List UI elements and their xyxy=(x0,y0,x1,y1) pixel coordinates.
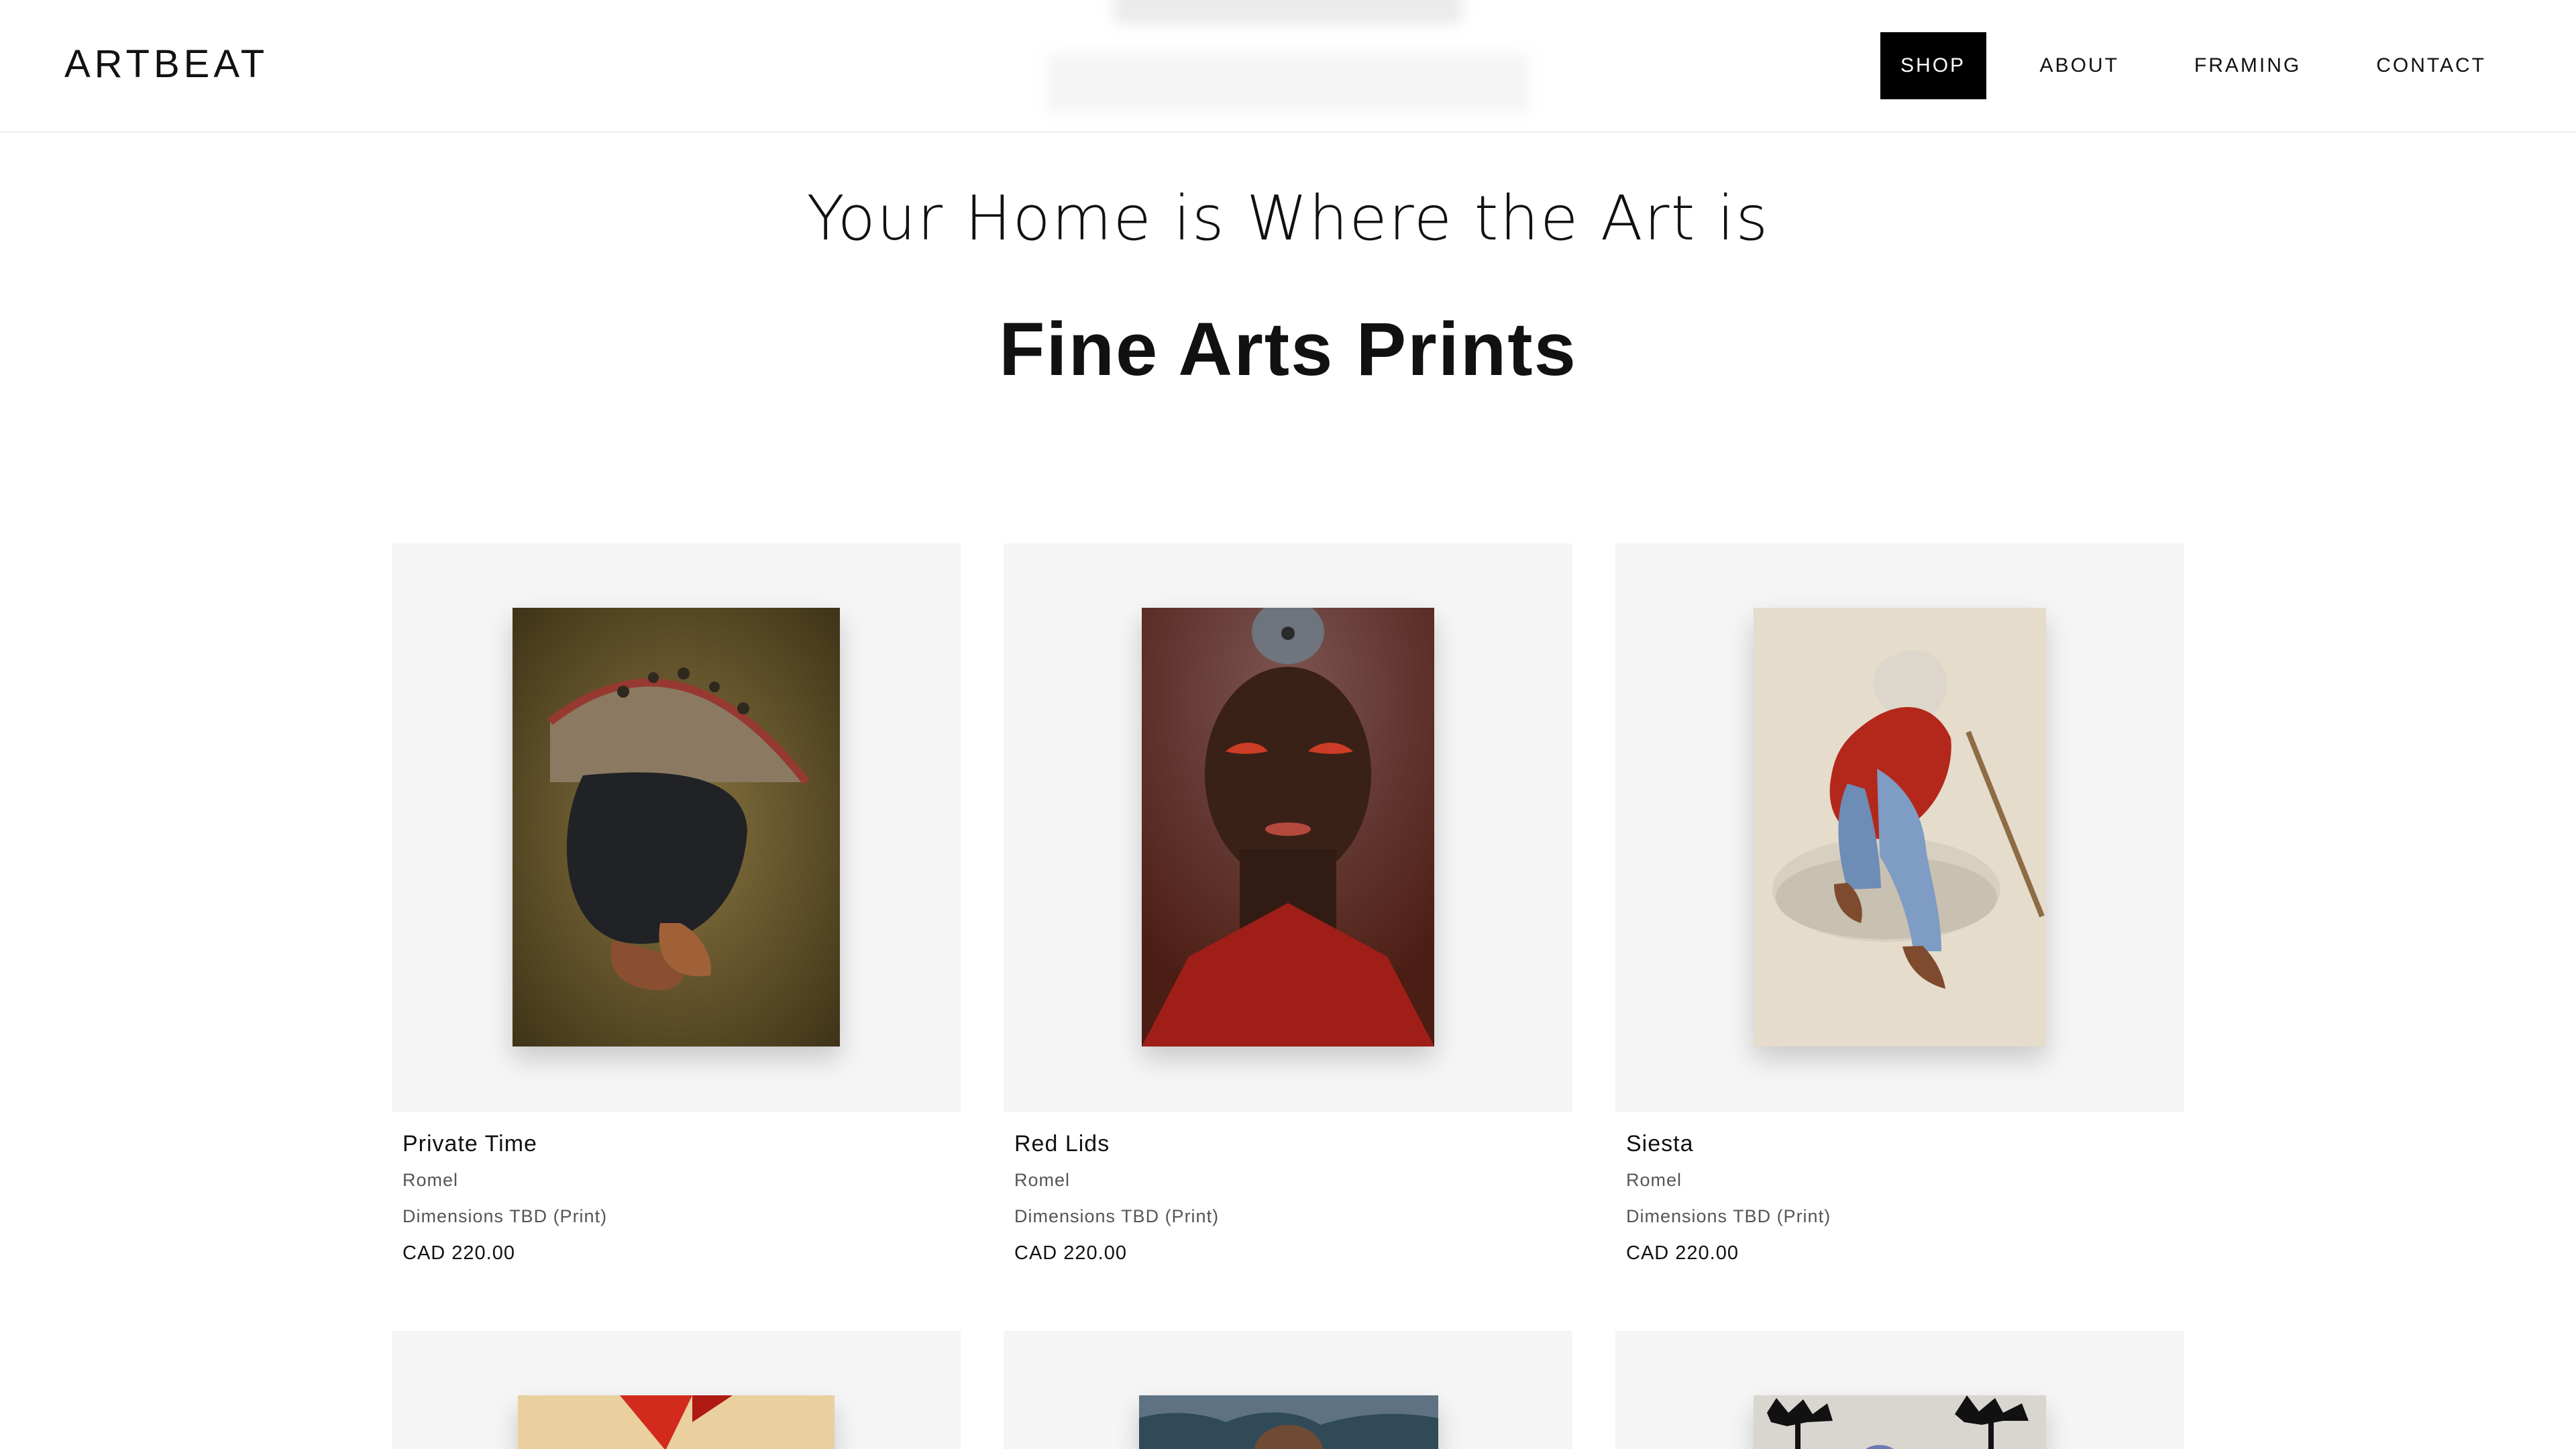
product-card[interactable]: Red Lids Romel Dimensions TBD (Print) CA… xyxy=(1004,543,1572,1264)
product-dimensions: Dimensions TBD (Print) xyxy=(402,1206,608,1226)
nav-about[interactable]: ABOUT xyxy=(2017,32,2142,99)
page-title: Fine Arts Prints xyxy=(999,307,1577,391)
product-dimensions: Dimensions TBD (Print) xyxy=(1626,1206,1831,1226)
artwork-blue-portrait-image xyxy=(1139,1395,1438,1449)
product-artist: Romel xyxy=(402,1170,459,1190)
artwork-umbrella-figure-image xyxy=(513,608,840,1046)
product-artist: Romel xyxy=(1014,1170,1071,1190)
product-name[interactable]: Red Lids xyxy=(1014,1131,1110,1157)
product-name[interactable]: Private Time xyxy=(402,1131,537,1157)
product-dimensions: Dimensions TBD (Print) xyxy=(1014,1206,1220,1226)
artwork-siesta-image xyxy=(1754,608,2046,1046)
product-price: CAD 220.00 xyxy=(1626,1242,1739,1264)
site-logo[interactable]: ARTBEAT xyxy=(64,42,268,87)
product-image-frame[interactable] xyxy=(1004,1331,1572,1449)
product-card[interactable]: Private Time Romel Dimensions TBD (Print… xyxy=(392,543,961,1264)
site-header: ARTBEAT SHOP ABOUT FRAMING CONTACT xyxy=(0,0,2576,133)
blurred-banner xyxy=(1114,0,1462,24)
artwork-red-lids-image xyxy=(1142,608,1434,1046)
product-price: CAD 220.00 xyxy=(402,1242,515,1264)
artwork-palm-trees-image xyxy=(1754,1395,2046,1449)
product-artist: Romel xyxy=(1626,1170,1682,1190)
product-price: CAD 220.00 xyxy=(1014,1242,1127,1264)
product-card[interactable] xyxy=(1615,1331,2184,1449)
product-card[interactable]: Siesta Romel Dimensions TBD (Print) CAD … xyxy=(1615,543,2184,1264)
blurred-banner xyxy=(1046,52,1529,113)
product-image-frame[interactable] xyxy=(392,1331,961,1449)
nav-contact[interactable]: CONTACT xyxy=(2353,32,2509,99)
product-image-frame[interactable] xyxy=(1004,543,1572,1112)
nav-framing[interactable]: FRAMING xyxy=(2171,32,2324,99)
artwork-red-flag-image xyxy=(518,1395,835,1449)
main-navigation: SHOP ABOUT FRAMING CONTACT xyxy=(1880,32,2576,99)
product-card[interactable] xyxy=(1004,1331,1572,1449)
product-image-frame[interactable] xyxy=(1615,543,2184,1112)
product-card[interactable] xyxy=(392,1331,961,1449)
product-image-frame[interactable] xyxy=(1615,1331,2184,1449)
hero-subtitle: Your Home is Where the Art is xyxy=(806,182,1770,254)
nav-shop[interactable]: SHOP xyxy=(1880,32,1986,99)
product-name[interactable]: Siesta xyxy=(1626,1131,1694,1157)
product-image-frame[interactable] xyxy=(392,543,961,1112)
